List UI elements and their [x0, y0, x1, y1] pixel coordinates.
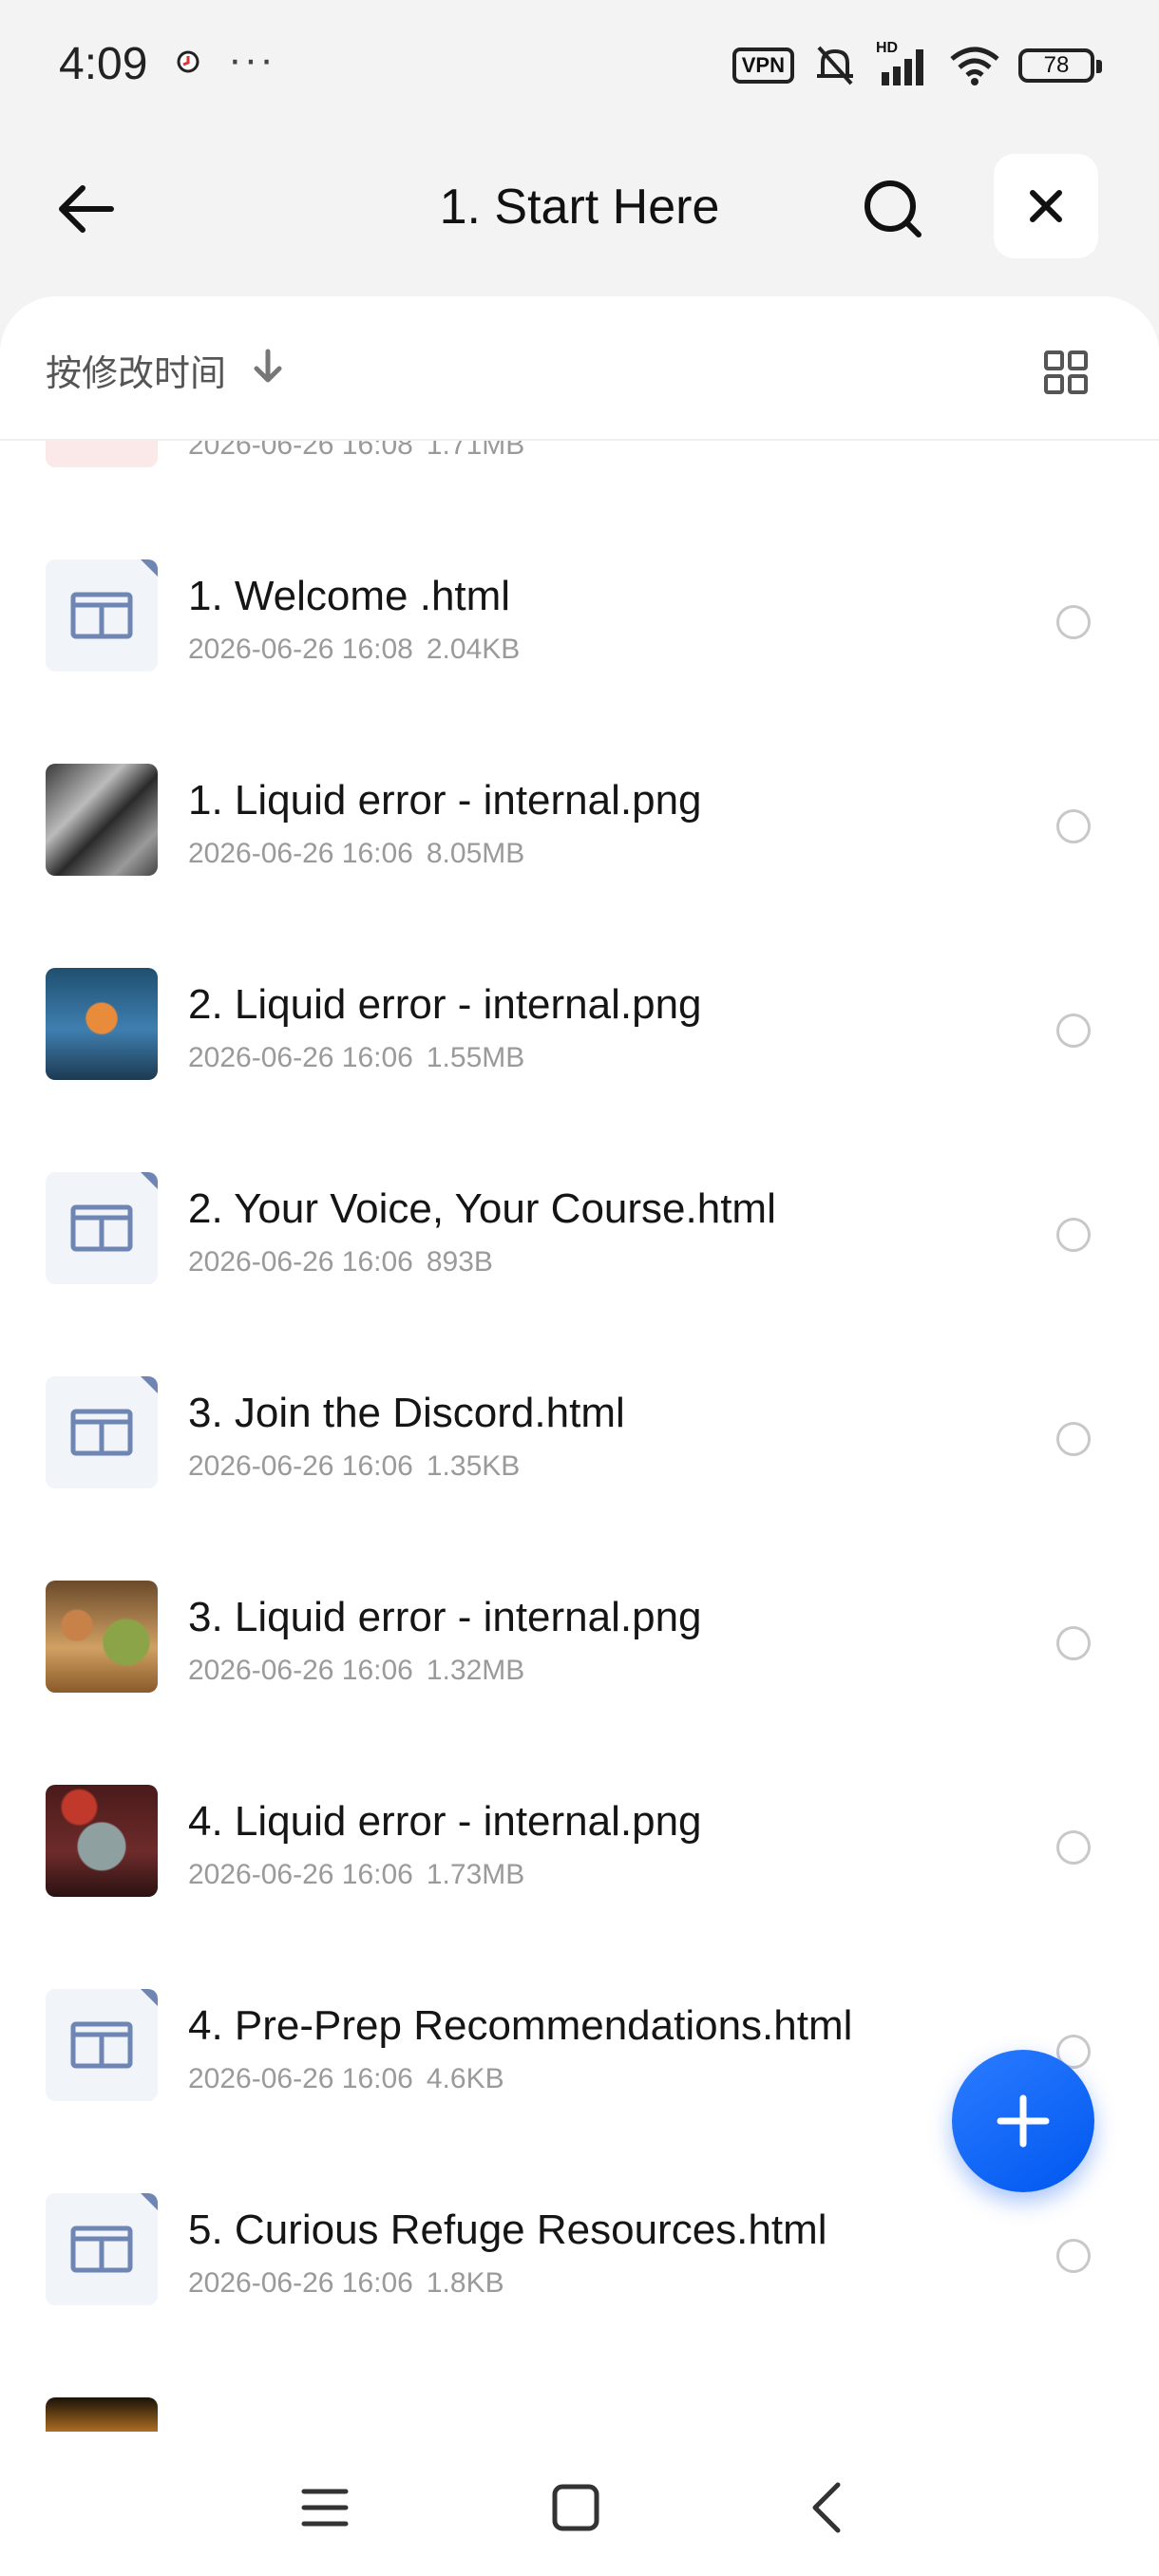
file-size: 1.32MB [426, 1655, 525, 1686]
file-size: 4.6KB [426, 2063, 504, 2094]
file-list-item[interactable]: 4. Liquid error - internal.png 2026-06-26… [0, 1747, 1159, 1937]
pdf-file-icon: PDF [46, 439, 158, 467]
file-size: 1.55MB [426, 1042, 525, 1073]
select-checkbox[interactable] [1056, 809, 1091, 843]
select-checkbox[interactable] [1056, 605, 1091, 639]
file-name: 3. Join the Discord.html [188, 1390, 625, 1436]
file-date: 2026-06-26 16:06 [188, 2063, 413, 2094]
file-list-item[interactable]: 2. Liquid error - internal.png 2026-06-26… [0, 930, 1159, 1120]
file-size: 8.05MB [426, 838, 525, 869]
select-checkbox[interactable] [1056, 2239, 1091, 2273]
file-name: 2. Your Voice, Your Course.html [188, 1185, 776, 1232]
select-checkbox[interactable] [1056, 1626, 1091, 1660]
image-thumbnail [46, 968, 158, 1080]
file-list-item-partial[interactable] [0, 2359, 1159, 2432]
plus-icon [997, 2094, 1050, 2148]
file-date: 2026-06-26 16:08 [188, 439, 413, 461]
close-icon [1030, 190, 1062, 222]
header: 1. Start Here [0, 142, 1159, 275]
wifi-icon [950, 47, 999, 85]
file-name: 1. Liquid error - internal.png [188, 777, 702, 824]
file-meta: 2026-06-26 16:06 1.73MB [188, 1859, 524, 1891]
file-meta: 2026-06-26 16:06 1.8KB [188, 2267, 504, 2300]
file-list-item[interactable]: PDF 2026-06-26 16:08 1.71MB [0, 439, 1159, 507]
file-list-item[interactable]: 3. Join the Discord.html 2026-06-26 16:06… [0, 1338, 1159, 1528]
file-size: 1.8KB [426, 2267, 504, 2299]
battery-icon: 78 [1018, 48, 1102, 83]
status-bar: 4:09 ··· VPN HD 78 [0, 0, 1159, 133]
close-button[interactable] [994, 154, 1098, 258]
file-list-item[interactable]: 5. Curious Refuge Resources.html 2026-06-… [0, 2155, 1159, 2345]
select-checkbox[interactable] [1056, 1218, 1091, 1252]
file-name: 4. Liquid error - internal.png [188, 1798, 702, 1845]
file-name: 5. Curious Refuge Resources.html [188, 2207, 827, 2253]
file-meta: 2026-06-26 16:06 893B [188, 1246, 493, 1279]
image-thumbnail [46, 1785, 158, 1897]
file-list-item[interactable]: 1. Welcome .html 2026-06-26 16:08 2.04KB [0, 521, 1159, 711]
file-meta: 2026-06-26 16:06 1.32MB [188, 1655, 524, 1687]
sort-by-modified-time[interactable]: 按修改时间 [46, 344, 226, 396]
html-file-icon [46, 559, 158, 672]
file-name: 1. Welcome .html [188, 573, 511, 619]
page-title: 1. Start Here [439, 180, 720, 235]
search-button[interactable] [855, 171, 931, 247]
signal-icon: HD [876, 40, 931, 87]
file-name: 3. Liquid error - internal.png [188, 1594, 702, 1640]
file-meta: 2026-06-26 16:08 2.04KB [188, 634, 520, 666]
file-date: 2026-06-26 16:08 [188, 634, 413, 665]
file-list-item[interactable]: 1. Liquid error - internal.png 2026-06-26… [0, 726, 1159, 916]
file-meta: 2026-06-26 16:06 4.6KB [188, 2063, 504, 2095]
file-list-item[interactable]: 3. Liquid error - internal.png 2026-06-26… [0, 1543, 1159, 1733]
grid-view-button[interactable] [1037, 344, 1094, 401]
image-thumbnail [46, 1581, 158, 1693]
vpn-icon: VPN [732, 47, 794, 84]
file-size: 1.35KB [426, 1450, 521, 1482]
search-icon [864, 180, 922, 237]
nav-back-button[interactable] [788, 2470, 864, 2546]
nav-menu-button[interactable] [287, 2470, 363, 2546]
sort-bar: 按修改时间 [0, 296, 1159, 441]
file-date: 2026-06-26 16:06 [188, 1246, 413, 1278]
html-file-icon [46, 1376, 158, 1488]
menu-icon [301, 2489, 349, 2527]
alarm-icon [177, 50, 200, 73]
file-size: 1.73MB [426, 1859, 525, 1890]
file-size: 1.71MB [426, 439, 525, 461]
file-size: 2.04KB [426, 634, 521, 665]
file-date: 2026-06-26 16:06 [188, 1655, 413, 1686]
html-file-icon [46, 2193, 158, 2305]
arrow-down-icon[interactable] [249, 348, 287, 386]
file-date: 2026-06-26 16:06 [188, 1859, 413, 1890]
status-time: 4:09 [59, 39, 148, 89]
image-thumbnail [46, 2397, 158, 2432]
html-file-icon [46, 1172, 158, 1284]
nav-home-button[interactable] [538, 2470, 614, 2546]
back-icon [812, 2482, 841, 2533]
file-name: 2. Liquid error - internal.png [188, 981, 702, 1028]
file-meta: 2026-06-26 16:08 1.71MB [188, 439, 524, 462]
select-checkbox[interactable] [1056, 1013, 1091, 1048]
file-date: 2026-06-26 16:06 [188, 1042, 413, 1073]
select-checkbox[interactable] [1056, 1422, 1091, 1456]
home-icon [552, 2484, 599, 2531]
file-meta: 2026-06-26 16:06 8.05MB [188, 838, 524, 870]
file-name: 4. Pre-Prep Recommendations.html [188, 2002, 853, 2049]
image-thumbnail [46, 764, 158, 876]
status-more-dots: ··· [228, 36, 276, 83]
file-meta: 2026-06-26 16:06 1.55MB [188, 1042, 524, 1074]
grid-view-icon [1044, 350, 1088, 394]
select-checkbox[interactable] [1056, 1830, 1091, 1865]
system-nav-bar [0, 2432, 1159, 2576]
file-size: 893B [426, 1246, 493, 1278]
html-file-icon [46, 1989, 158, 2101]
file-date: 2026-06-26 16:06 [188, 838, 413, 869]
file-list-item[interactable]: 2. Your Voice, Your Course.html 2026-06-2… [0, 1134, 1159, 1324]
file-date: 2026-06-26 16:06 [188, 1450, 413, 1482]
file-date: 2026-06-26 16:06 [188, 2267, 413, 2299]
bell-muted-icon [817, 46, 853, 85]
file-meta: 2026-06-26 16:06 1.35KB [188, 1450, 520, 1483]
add-button[interactable] [952, 2050, 1094, 2192]
status-icons: VPN HD 78 [732, 40, 1102, 89]
